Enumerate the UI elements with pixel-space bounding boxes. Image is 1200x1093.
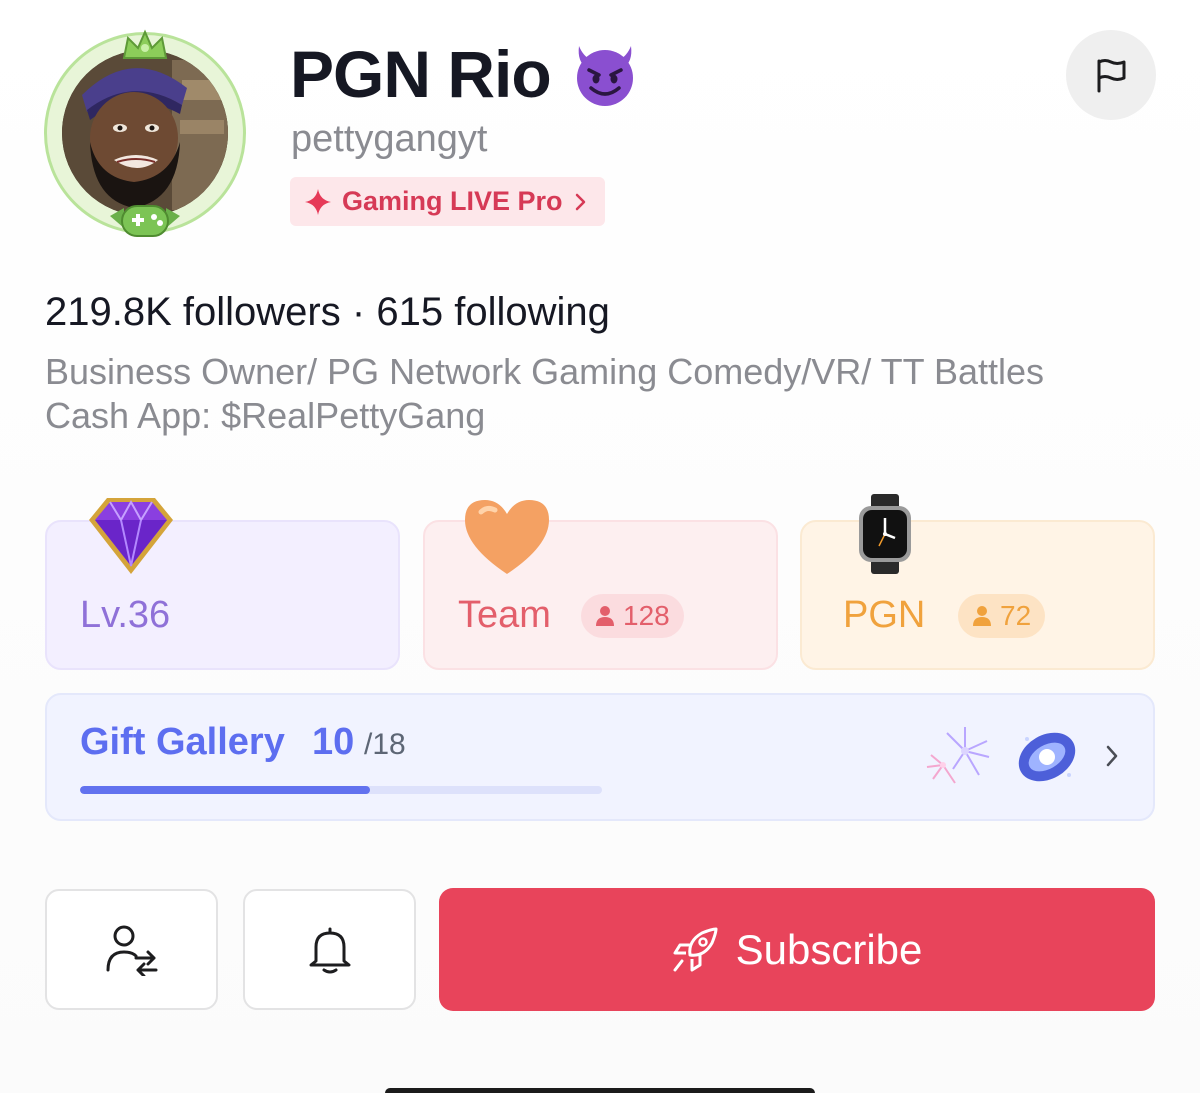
smiling-devil-icon bbox=[576, 46, 633, 106]
level-card[interactable]: Lv.36 bbox=[45, 498, 400, 670]
watch-icon bbox=[859, 494, 911, 574]
follow-stats: 219.8K followers · 615 following bbox=[45, 290, 610, 335]
subscribe-button[interactable]: Subscribe bbox=[439, 888, 1155, 1011]
pgn-label: PGN bbox=[843, 594, 926, 636]
gamepad-icon bbox=[110, 205, 180, 237]
gift-gallery-title: Gift Gallery bbox=[80, 721, 285, 763]
home-indicator bbox=[385, 1088, 815, 1093]
pgn-member-count: 72 bbox=[958, 594, 1046, 638]
bio-line: Business Owner/ PG Network Gaming Comedy… bbox=[45, 351, 1045, 392]
switch-account-button[interactable] bbox=[45, 889, 218, 1010]
stats-separator: · bbox=[351, 290, 366, 334]
gift-gallery[interactable]: Gift Gallery 10 /18 bbox=[45, 693, 1155, 821]
following-label[interactable]: following bbox=[454, 290, 610, 334]
gift-collected-count: 10 bbox=[312, 721, 355, 763]
followers-label[interactable]: followers bbox=[183, 290, 341, 334]
gift-total-count: /18 bbox=[364, 728, 406, 761]
profile-page: PGN Rio pettygangyt Gaming LIVE Pro 219.… bbox=[0, 0, 1200, 1093]
gift-progress-fill bbox=[80, 786, 371, 794]
bio-line: Cash App: $RealPettyGang bbox=[45, 395, 486, 436]
username: pettygangyt bbox=[291, 118, 488, 160]
crown-icon bbox=[122, 29, 168, 59]
following-count[interactable]: 615 bbox=[376, 290, 443, 334]
team-count-value: 128 bbox=[623, 600, 670, 631]
sparkle-icon bbox=[305, 188, 331, 215]
notification-bell-button[interactable] bbox=[243, 889, 416, 1010]
flag-icon bbox=[1097, 59, 1126, 93]
pgn-count-value: 72 bbox=[1000, 600, 1032, 631]
user-swap-icon bbox=[106, 925, 157, 976]
avatar[interactable] bbox=[44, 29, 246, 237]
subscribe-label: Subscribe bbox=[735, 925, 923, 973]
name-row: PGN Rio bbox=[290, 36, 641, 112]
fireworks-gift-icon bbox=[926, 727, 990, 784]
team-card[interactable]: Team 128 bbox=[423, 500, 778, 670]
rocket-icon bbox=[673, 927, 718, 971]
followers-count[interactable]: 219.8K bbox=[45, 290, 172, 334]
level-label: Lv.36 bbox=[80, 594, 171, 636]
chevron-right-icon bbox=[575, 193, 585, 210]
purple-diamond-icon bbox=[89, 498, 173, 574]
gift-progress-bar bbox=[80, 786, 602, 794]
galaxy-gift-icon bbox=[1018, 732, 1076, 782]
team-member-count: 128 bbox=[581, 594, 684, 638]
pgn-fan-club-card[interactable]: PGN 72 bbox=[800, 494, 1155, 670]
avatar-photo bbox=[62, 50, 228, 216]
chevron-right-icon bbox=[1106, 745, 1118, 767]
person-icon bbox=[596, 606, 614, 626]
display-name: PGN Rio bbox=[290, 37, 552, 111]
live-badge-label: Gaming LIVE Pro bbox=[342, 186, 563, 216]
bell-icon bbox=[309, 927, 350, 973]
orange-heart-icon bbox=[465, 500, 549, 574]
team-label: Team bbox=[458, 594, 551, 636]
report-flag-button[interactable] bbox=[1066, 30, 1156, 120]
gaming-live-pro-badge[interactable]: Gaming LIVE Pro bbox=[290, 177, 605, 226]
person-icon bbox=[973, 606, 991, 626]
bio: Business Owner/ PG Network Gaming Comedy… bbox=[45, 350, 1165, 438]
